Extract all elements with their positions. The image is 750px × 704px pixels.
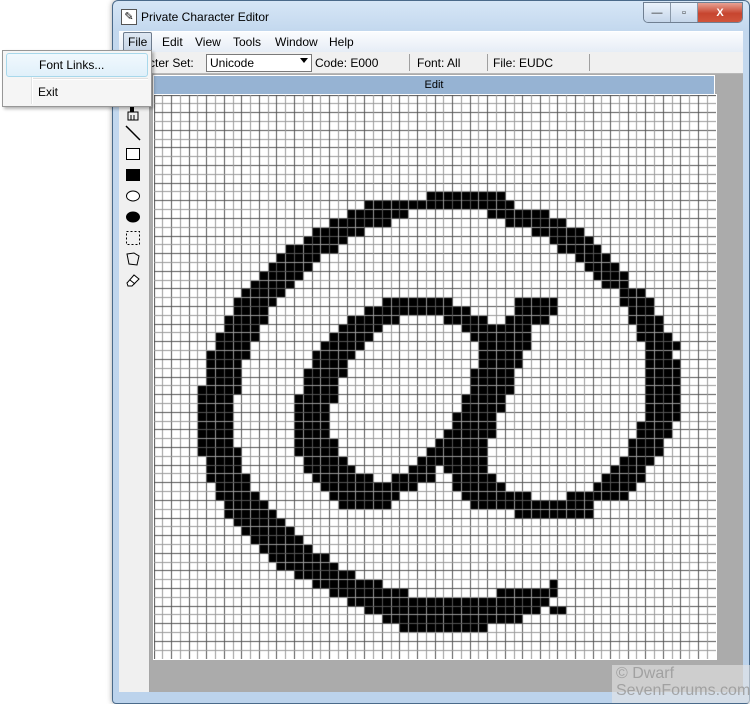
menu-item-exit[interactable]: Exit (6, 81, 146, 103)
watermark-line-2: SevenForums.com (616, 682, 750, 699)
menu-view[interactable]: View (191, 33, 225, 51)
charset-value: Unicode (210, 56, 255, 70)
filled-ellipse-tool[interactable] (125, 209, 141, 225)
hollow-ellipse-icon (126, 190, 140, 202)
hollow-rectangle-icon (126, 148, 140, 160)
watermark-line-1: © Dwarf (616, 665, 675, 682)
eraser-icon (126, 274, 140, 287)
rectangle-select-icon (126, 231, 140, 245)
menu-edit[interactable]: Edit (158, 33, 187, 51)
edit-workspace: Edit (150, 74, 743, 692)
menu-help[interactable]: Help (325, 33, 358, 51)
minimize-button[interactable]: — (644, 3, 671, 22)
file-menu-dropdown: Font Links... Exit (2, 50, 152, 107)
exit-label: Exit (38, 85, 59, 99)
pixel-grid-canvas[interactable] (154, 95, 716, 659)
menu-file[interactable]: File (123, 32, 153, 52)
watermark: © Dwarf SevenForums.com (612, 665, 750, 703)
charset-label: cter Set: (149, 56, 194, 70)
freeform-select-icon (126, 252, 140, 266)
menu-bar: File Edit View Tools Window Help (119, 31, 743, 52)
toolbar-divider (487, 54, 488, 71)
window-title: Private Character Editor (141, 10, 270, 24)
chevron-down-icon (300, 58, 308, 63)
maximize-icon: ▫ (682, 6, 686, 19)
filled-ellipse-icon (126, 211, 140, 223)
hollow-rectangle-tool[interactable] (125, 146, 141, 162)
toolbar: cter Set: Unicode Code: E000 Font: All F… (119, 52, 743, 74)
font-readout: Font: All (417, 56, 461, 70)
minimize-icon: — (651, 6, 663, 19)
file-readout: File: EUDC (493, 56, 554, 70)
app-window: ✎ Private Character Editor — ▫ X File Ed… (112, 0, 750, 704)
pencil-icon: ✎ (121, 9, 137, 25)
font-links-label: Font Links... (39, 58, 105, 72)
menu-item-font-links[interactable]: Font Links... (6, 53, 148, 77)
edit-window-title: Edit (153, 75, 715, 94)
character-grid[interactable] (153, 94, 717, 660)
charset-select[interactable]: Unicode (206, 54, 312, 72)
code-readout: Code: E000 (315, 56, 379, 70)
menu-separator (33, 78, 148, 80)
toolbar-divider (589, 54, 590, 71)
tool-palette (119, 74, 150, 692)
line-tool[interactable] (125, 125, 141, 141)
hollow-ellipse-tool[interactable] (125, 188, 141, 204)
rectangle-select-tool[interactable] (125, 230, 141, 246)
toolbar-divider (409, 54, 410, 71)
maximize-button[interactable]: ▫ (671, 3, 698, 22)
close-button[interactable]: X (698, 3, 742, 22)
close-icon: X (716, 6, 724, 19)
title-bar[interactable]: ✎ Private Character Editor — ▫ X (113, 1, 749, 31)
freeform-select-tool[interactable] (125, 251, 141, 267)
menu-tools[interactable]: Tools (229, 33, 265, 51)
menu-window[interactable]: Window (271, 33, 322, 51)
filled-rectangle-tool[interactable] (125, 167, 141, 183)
eraser-tool[interactable] (125, 272, 141, 288)
brush-tool[interactable] (125, 106, 141, 122)
line-icon (125, 125, 141, 141)
caption-buttons: — ▫ X (643, 2, 743, 23)
brush-icon (127, 107, 139, 121)
filled-rectangle-icon (126, 169, 140, 181)
